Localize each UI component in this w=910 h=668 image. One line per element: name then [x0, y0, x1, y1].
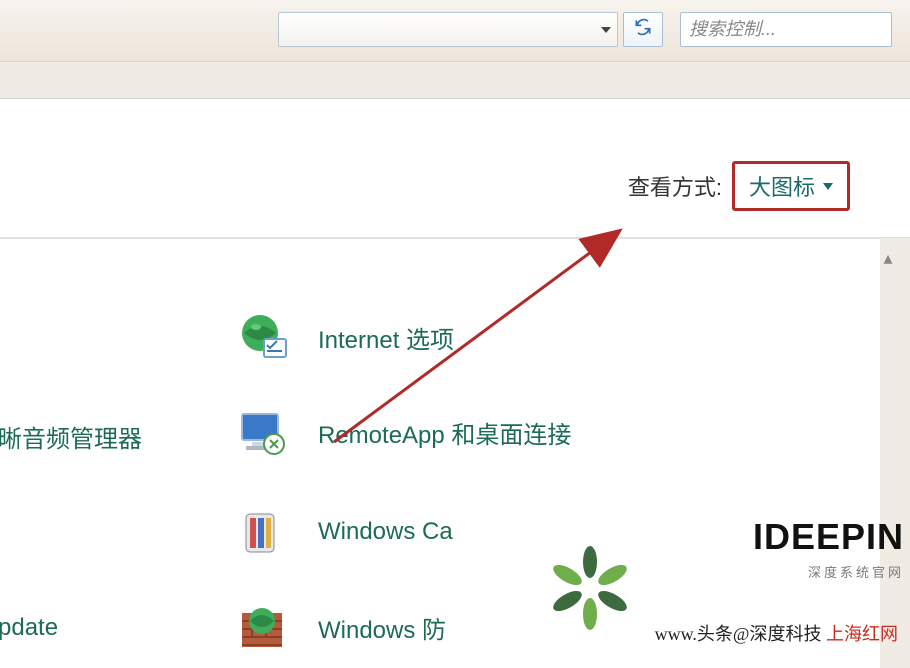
- control-panel-list: Internet 选项 晰音频管理器 RemoteApp 和桌面连接: [0, 238, 880, 668]
- chevron-down-icon: [823, 183, 833, 190]
- item-label: Windows Ca: [318, 518, 453, 546]
- item-audio-manager-partial[interactable]: 晰音频管理器: [0, 419, 142, 454]
- view-mode-value: 大图标: [749, 170, 815, 202]
- view-mode-label: 查看方式:: [628, 170, 722, 202]
- item-label: 晰音频管理器: [0, 419, 142, 454]
- item-windows-firewall[interactable]: Windows 防: [230, 599, 446, 655]
- item-label: Windows 防: [318, 610, 446, 645]
- item-label: pdate: [0, 614, 58, 642]
- toolbar-filler: [0, 62, 910, 98]
- scroll-up-arrow[interactable]: ▴: [878, 248, 898, 268]
- search-input[interactable]: [689, 19, 910, 40]
- window-toolbar: [0, 0, 910, 62]
- item-internet-options[interactable]: Internet 选项: [230, 309, 454, 365]
- address-bar-tail[interactable]: [278, 12, 618, 47]
- chevron-down-icon: [601, 27, 611, 33]
- panel-header: 查看方式: 大图标: [0, 98, 910, 238]
- item-windows-cardspace[interactable]: Windows Ca: [230, 504, 453, 560]
- item-label: Internet 选项: [318, 320, 454, 355]
- globe-icon: [230, 309, 294, 365]
- search-box[interactable]: [680, 12, 892, 47]
- refresh-button[interactable]: [623, 12, 663, 47]
- cardspace-icon: [230, 504, 294, 560]
- view-mode-dropdown[interactable]: 大图标: [732, 161, 850, 211]
- item-windows-update-partial[interactable]: pdate: [0, 614, 58, 642]
- item-label: RemoteApp 和桌面连接: [318, 415, 571, 450]
- refresh-icon: [633, 17, 653, 42]
- firewall-icon: [230, 599, 294, 655]
- monitor-icon: [230, 404, 294, 460]
- item-remoteapp[interactable]: RemoteApp 和桌面连接: [230, 404, 571, 460]
